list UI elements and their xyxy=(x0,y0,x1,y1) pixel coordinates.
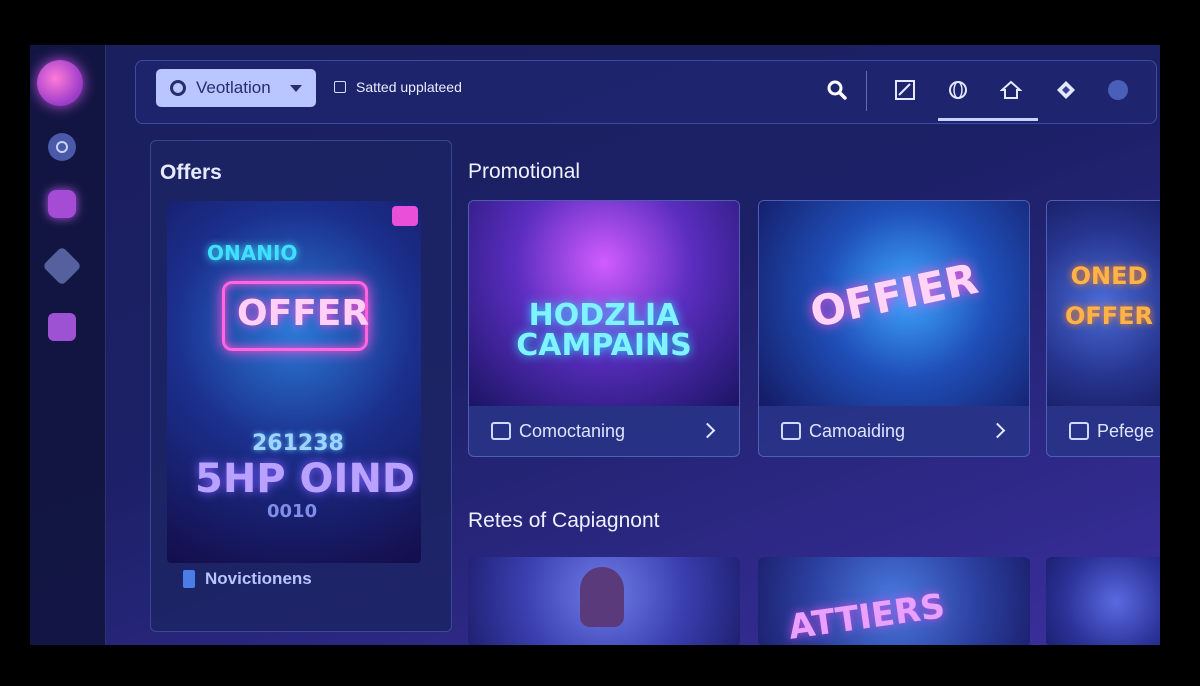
promo-footer-2[interactable]: Camoaiding xyxy=(759,406,1029,456)
character-avatar xyxy=(580,567,624,627)
checkbox-label: Satted upplateed xyxy=(356,79,462,95)
offer-footer[interactable]: Novictionens xyxy=(183,569,312,589)
app-screen: Veotlation Satted upplateed Offers ONANI… xyxy=(30,45,1160,645)
rates-card-2[interactable]: ATTIERS xyxy=(758,557,1030,645)
settings-icon[interactable] xyxy=(48,133,76,161)
promo-card-1[interactable]: HODZLIA CAMPAINS Comoctaning xyxy=(468,200,740,457)
promo-image-3: ONED OFFER xyxy=(1047,201,1160,406)
offer-image-big-text: 5HP OIND xyxy=(195,456,416,502)
promo-label-1: Comoctaning xyxy=(519,420,626,441)
offer-banner-image[interactable]: ONANIO OFFER 261238 5HP OIND 0010 xyxy=(167,201,421,563)
page-icon xyxy=(1069,422,1089,440)
globe-icon[interactable] xyxy=(946,78,970,102)
updated-checkbox[interactable]: Satted upplateed xyxy=(334,79,462,95)
circle-icon[interactable] xyxy=(1106,78,1130,102)
dropdown-value: Veotlation xyxy=(196,78,271,97)
offer-image-small-text: 261238 xyxy=(252,431,344,456)
offers-panel: Offers ONANIO OFFER 261238 5HP OIND 0010… xyxy=(150,140,452,632)
search-icon[interactable] xyxy=(826,79,848,101)
sidebar xyxy=(30,45,106,645)
bookmark-badge[interactable] xyxy=(392,206,418,226)
diamond-icon[interactable] xyxy=(1054,78,1078,102)
avatar[interactable] xyxy=(37,60,83,106)
chevron-right-icon[interactable] xyxy=(699,422,716,439)
offer-footer-label: Novictionens xyxy=(205,569,312,588)
offer-image-sub-text: 0010 xyxy=(267,501,318,522)
folder-icon[interactable] xyxy=(48,313,76,341)
rates-card-text-2: ATTIERS xyxy=(785,586,948,645)
campaign-icon xyxy=(491,422,511,440)
edit-icon xyxy=(781,422,801,440)
promo-image-1: HODZLIA CAMPAINS xyxy=(469,201,739,406)
view-dropdown[interactable]: Veotlation xyxy=(156,69,316,107)
offer-image-main-text: OFFER xyxy=(237,293,370,334)
offers-title: Offers xyxy=(160,161,222,184)
gamepad-icon[interactable] xyxy=(48,190,76,218)
promo-image-text-1: HODZLIA CAMPAINS xyxy=(516,298,692,363)
chevron-down-icon xyxy=(290,85,302,92)
active-tab-indicator xyxy=(938,118,1038,121)
promo-image-2: OFFIER xyxy=(759,201,1029,406)
home-icon[interactable] xyxy=(999,78,1023,102)
diamond-icon[interactable] xyxy=(42,246,82,286)
rates-card-1[interactable] xyxy=(468,557,740,645)
toolbar-divider xyxy=(866,71,867,111)
chevron-right-icon[interactable] xyxy=(989,422,1006,439)
grid-icon[interactable] xyxy=(893,78,917,102)
rates-card-3[interactable] xyxy=(1046,557,1160,645)
promotional-title: Promotional xyxy=(468,160,581,183)
promo-image-text-3: ONED OFFER xyxy=(1064,262,1154,330)
promo-footer-3[interactable]: Pefege xyxy=(1047,406,1160,456)
offer-image-top-text: ONANIO xyxy=(207,241,298,265)
checkbox-box[interactable] xyxy=(334,81,346,93)
promo-card-3[interactable]: ONED OFFER Pefege xyxy=(1046,200,1160,457)
promo-label-2: Camoaiding xyxy=(809,420,906,441)
promo-footer-1[interactable]: Comoctaning xyxy=(469,406,739,456)
rates-title: Retes of Capiagnont xyxy=(468,509,660,532)
dropdown-dot-icon xyxy=(170,80,186,96)
promo-label-3: Pefege xyxy=(1097,420,1155,441)
promo-card-2[interactable]: OFFIER Camoaiding xyxy=(758,200,1030,457)
top-toolbar: Veotlation Satted upplateed xyxy=(135,60,1157,124)
bookmark-icon xyxy=(183,570,195,588)
promo-image-text-2: OFFIER xyxy=(805,253,983,338)
